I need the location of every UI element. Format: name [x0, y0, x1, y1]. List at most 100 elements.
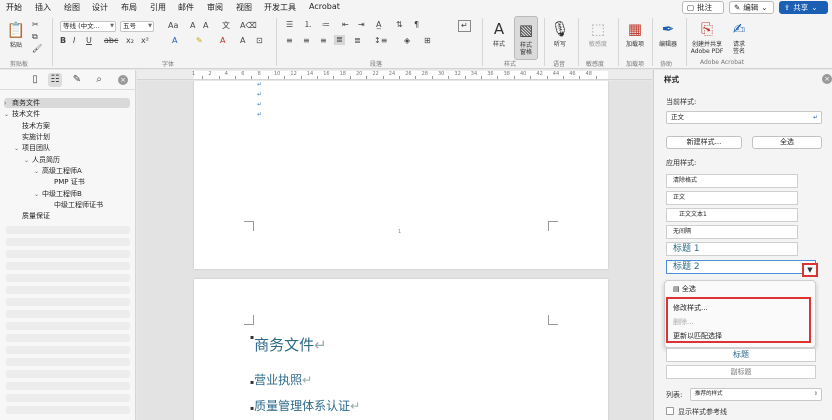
shrink-font-icon[interactable]: A [203, 21, 208, 31]
tab-insert[interactable]: 插入 [35, 2, 51, 13]
document-canvas[interactable]: ↵ ↵ ↵ ↵ 1 ▪商务文件↵ ▪营业执照↵ ▪质量管理体系认证↵ [137, 81, 652, 420]
menu-item-select-all[interactable]: ▤ 全选 [673, 284, 696, 294]
reviewing-icon[interactable]: ✎ [70, 73, 84, 87]
close-icon[interactable]: × [822, 74, 832, 84]
thumbnails-icon[interactable]: ▯ [28, 73, 42, 87]
tab-design[interactable]: 设计 [92, 2, 108, 13]
style-item-body-text-1[interactable]: 正文文本1 [666, 208, 798, 222]
menu-item-modify-style[interactable]: 修改样式... [673, 303, 708, 313]
style-item-normal[interactable]: 正文 [666, 191, 798, 205]
text-direction-icon[interactable]: ↵ [458, 20, 471, 32]
dictate-button[interactable]: 🎙 听写 [550, 19, 570, 48]
nav-item-pmp-cert[interactable]: PMP 证书 [4, 177, 130, 187]
paste-button[interactable]: 📋 粘贴 [6, 20, 26, 49]
bold-icon[interactable]: B [60, 36, 66, 46]
bullets-icon[interactable]: ☰ [286, 20, 293, 30]
align-center-icon[interactable]: ≡ [303, 36, 310, 46]
editor-button[interactable]: ✒ 编辑器 [656, 19, 680, 48]
style-item-heading-2[interactable]: 标题 2 [666, 260, 816, 274]
justify-icon[interactable]: ≣ [334, 35, 345, 45]
copy-icon[interactable]: ⧉ [32, 32, 38, 42]
chinese-layout-icon[interactable]: A̲ [376, 20, 381, 30]
list-select[interactable]: 推荐的样式 ⇕ [690, 388, 822, 401]
italic-icon[interactable]: I [73, 36, 75, 46]
doc-heading[interactable]: ▪商务文件↵ [250, 334, 327, 355]
nav-item-mid-engineer-cert[interactable]: 中级工程师证书 [4, 200, 130, 210]
styles-pane-button[interactable]: ▧ 样式 窗格 [514, 16, 538, 60]
char-border-icon[interactable]: ⊡ [256, 36, 263, 46]
nav-item-impl-plan[interactable]: 实施计划 [4, 132, 130, 142]
document-map-icon[interactable]: ☷ [48, 73, 62, 87]
font-size-combo[interactable]: 五号 ▼ [120, 21, 154, 32]
style-item-clear-format[interactable]: 清除格式 [666, 174, 798, 188]
sensitivity-button[interactable]: ⬚ 敏感度 [585, 19, 611, 48]
current-style-field[interactable]: 正文 ↵ [666, 111, 822, 124]
tab-mailings[interactable]: 邮件 [178, 2, 194, 13]
nav-item-resumes[interactable]: ⌄ 人员简历 [4, 155, 130, 165]
nav-item-business-docs[interactable]: › 商务文件 [4, 98, 130, 108]
new-style-button[interactable]: 新建样式... [666, 136, 742, 149]
sort-icon[interactable]: ⇅ [396, 20, 403, 30]
nav-item-project-team[interactable]: ⌄ 项目团队 [4, 143, 130, 153]
comments-button[interactable]: ▢ 批注 [682, 1, 724, 14]
style-item-heading-1[interactable]: 标题 1 [666, 242, 798, 256]
text-effects-icon[interactable]: A [172, 36, 177, 46]
decrease-indent-icon[interactable]: ⇤ [342, 20, 349, 30]
line-spacing-icon[interactable]: ↕≡ [374, 36, 387, 46]
tab-view[interactable]: 视图 [236, 2, 252, 13]
editing-mode-button[interactable]: ✎ 编辑 ⌄ [729, 1, 774, 14]
cut-icon[interactable]: ✂ [32, 20, 39, 30]
tab-acrobat[interactable]: Acrobat [309, 2, 340, 11]
subscript-icon[interactable]: x₂ [126, 36, 134, 46]
show-guide-checkbox[interactable] [666, 407, 674, 415]
share-button[interactable]: ⇪ 共享 ⌄ [779, 1, 828, 14]
align-left-icon[interactable]: ≡ [286, 36, 293, 46]
request-signature-button[interactable]: ✍ 请求 签名 [728, 19, 750, 55]
distributed-icon[interactable]: ≣ [354, 36, 361, 46]
nav-item-senior-engineer-a[interactable]: ⌄ 高级工程师A [4, 166, 130, 176]
nav-item-tech-docs[interactable]: ⌄ 技术文件 [4, 109, 130, 119]
format-painter-icon[interactable]: 🖌 [32, 44, 42, 54]
align-right-icon[interactable]: ≡ [320, 36, 327, 46]
nav-item-tech-plan[interactable]: 技术方案 [4, 121, 130, 131]
clear-format-icon[interactable]: A⌫ [240, 21, 257, 31]
strikethrough-icon[interactable]: abc [104, 36, 118, 46]
doc-list-item[interactable]: ▪质量管理体系认证↵ [250, 397, 360, 414]
shading-icon[interactable]: ◈ [404, 36, 410, 46]
char-shading-icon[interactable]: A [240, 36, 245, 46]
nav-item-quality[interactable]: 质量保证 [4, 211, 130, 221]
grow-font-icon[interactable]: A [190, 21, 195, 31]
tab-draw[interactable]: 绘图 [64, 2, 80, 13]
create-pdf-button[interactable]: ⎘ 创建并共享 Adobe PDF [690, 19, 724, 55]
styles-gallery-button[interactable]: A 样式 [488, 19, 510, 48]
tab-review[interactable]: 审阅 [207, 2, 223, 13]
addins-button[interactable]: ▦ 加载项 [623, 19, 647, 48]
tab-developer[interactable]: 开发工具 [264, 2, 296, 13]
numbering-icon[interactable]: ⒈ [304, 20, 312, 30]
font-color-icon[interactable]: A [220, 36, 225, 46]
horizontal-ruler[interactable]: 1 2 4 6 8 10 12 14 16 18 20 22 24 26 28 30 32 34 36 38 40 42 4… [137, 70, 652, 80]
tab-references[interactable]: 引用 [150, 2, 166, 13]
search-icon[interactable]: ⌕ [92, 73, 106, 87]
tab-layout[interactable]: 布局 [121, 2, 137, 13]
font-name-combo[interactable]: 等线 (中文... ▼ [60, 21, 116, 32]
tab-home[interactable]: 开始 [6, 2, 22, 15]
multilevel-list-icon[interactable]: ≔ [322, 20, 330, 30]
pilcrow-icon[interactable]: ¶ [414, 20, 419, 30]
style-dropdown-button[interactable]: ▼ [802, 263, 818, 277]
menu-item-update-to-match[interactable]: 更新以匹配选择 [673, 331, 722, 341]
increase-indent-icon[interactable]: ⇥ [358, 20, 365, 30]
nav-item-mid-engineer-b[interactable]: ⌄ 中级工程师B [4, 189, 130, 199]
style-item-no-spacing[interactable]: 无间隔 [666, 225, 798, 239]
close-icon[interactable]: × [118, 75, 128, 85]
doc-list-item[interactable]: ▪营业执照↵ [250, 371, 312, 388]
highlight-icon[interactable]: ✎ [196, 36, 203, 46]
font-size-change-icon[interactable]: Aa [168, 21, 178, 31]
style-item-subtitle[interactable]: 副标题 [666, 365, 816, 379]
phonetic-guide-icon[interactable]: 文 [222, 21, 230, 31]
underline-icon[interactable]: U [86, 36, 92, 46]
superscript-icon[interactable]: x² [141, 36, 149, 46]
style-item-title[interactable]: 标题 [666, 348, 816, 362]
select-all-button[interactable]: 全选 [752, 136, 822, 149]
borders-icon[interactable]: ⊞ [424, 36, 431, 46]
